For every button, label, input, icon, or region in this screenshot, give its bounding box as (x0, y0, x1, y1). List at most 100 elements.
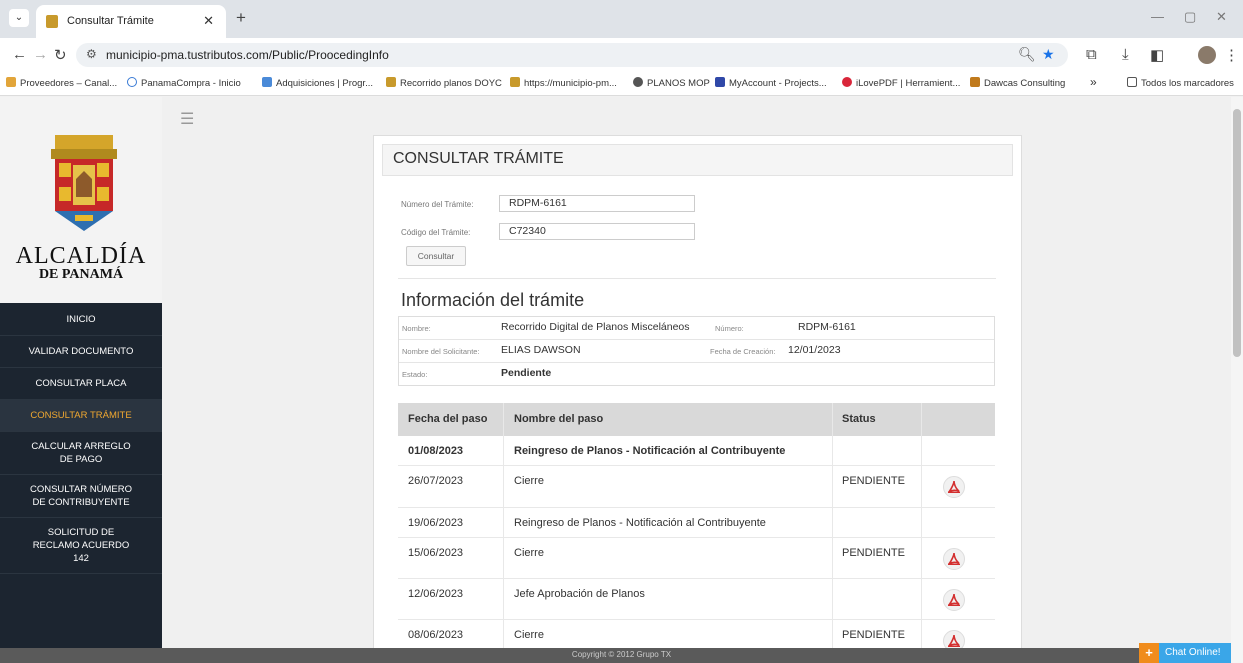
scrollbar-thumb[interactable] (1233, 109, 1241, 357)
info-table: Nombre: Recorrido Digital de Planos Misc… (398, 316, 995, 386)
hamburger-menu-icon[interactable]: ☰ (180, 109, 194, 129)
side-panel-icon[interactable]: ◧ (1150, 46, 1164, 64)
bookmark-item[interactable]: Recorrido planos DOYC (386, 77, 502, 89)
bookmark-item[interactable]: Adquisiciones | Progr... (262, 77, 373, 89)
chat-online-button[interactable]: + Chat Online! (1139, 643, 1234, 663)
solicitante-value: ELIAS DAWSON (501, 344, 581, 356)
sidebar-item-consultar-placa[interactable]: CONSULTAR PLACA (0, 368, 162, 400)
consult-panel: CONSULTAR TRÁMITE Número del Trámite: RD… (373, 135, 1022, 663)
numero-value: RDPM-6161 (798, 321, 856, 333)
bookmark-item[interactable]: https://municipio-pm... (510, 77, 617, 89)
logo-title: ALCALDÍA (15, 243, 147, 269)
consultar-button[interactable]: Consultar (406, 246, 466, 266)
plus-icon: + (1139, 643, 1159, 663)
info-row: Nombre: Recorrido Digital de Planos Misc… (399, 317, 994, 340)
tab-title: Consultar Trámite (67, 15, 154, 27)
page: ALCALDÍA DE PANAMÁ INICIO VALIDAR DOCUME… (0, 97, 1243, 663)
browser-tab-bar: ⌄ Consultar Trámite ✕ + — ▢ ✕ (0, 0, 1243, 38)
back-icon[interactable]: ← (12, 46, 27, 63)
bookmark-favicon-icon (842, 77, 852, 87)
step-date: 19/06/2023 (408, 517, 464, 529)
column-header: Status (842, 413, 876, 425)
bookmark-item[interactable]: PanamaCompra - Inicio (127, 77, 241, 89)
sidebar-menu: INICIO VALIDAR DOCUMENTO CONSULTAR PLACA… (0, 304, 162, 574)
estado-value: Pendiente (501, 367, 552, 379)
pdf-download-icon[interactable] (943, 548, 965, 570)
step-status: PENDIENTE (842, 547, 905, 559)
bookmark-favicon-icon (715, 77, 725, 87)
bookmark-star-icon[interactable]: ★ (1042, 46, 1055, 63)
more-bookmarks-button[interactable]: » (1090, 75, 1097, 89)
sidebar-item-validar-documento[interactable]: VALIDAR DOCUMENTO (0, 336, 162, 368)
close-window-icon[interactable]: ✕ (1216, 9, 1227, 25)
nombre-label: Nombre: (402, 324, 431, 333)
bookmark-favicon-icon (633, 77, 643, 87)
bookmark-favicon-icon (6, 77, 16, 87)
bookmark-item[interactable]: MyAccount - Projects... (715, 77, 827, 89)
bookmarks-bar: Proveedores – Canal... PanamaCompra - In… (0, 72, 1243, 96)
step-name: Jefe Aprobación de Planos (514, 588, 645, 600)
scrollbar[interactable] (1231, 97, 1243, 663)
sidebar-item-inicio[interactable]: INICIO (0, 304, 162, 336)
info-row: Estado: Pendiente (399, 363, 994, 386)
more-menu-icon[interactable]: ⋮ (1224, 46, 1239, 64)
logo-area: ALCALDÍA DE PANAMÁ (0, 97, 162, 303)
panel-title: CONSULTAR TRÁMITE (393, 150, 564, 167)
sidebar-item-consultar-numero-de-contribuyente[interactable]: CONSULTAR NÚMERO DE CONTRIBUYENTE (0, 475, 162, 518)
zoom-icon[interactable]: 🔍︎ (1018, 46, 1036, 63)
step-name: Cierre (514, 547, 544, 559)
bookmark-item[interactable]: Proveedores – Canal... (6, 77, 117, 89)
column-header: Nombre del paso (514, 413, 604, 425)
info-row: Nombre del Solicitante: ELIAS DAWSON Fec… (399, 340, 994, 363)
restore-icon[interactable]: ▢ (1184, 9, 1196, 25)
profile-avatar[interactable] (1198, 46, 1216, 64)
table-row: 15/06/2023 Cierre PENDIENTE (398, 538, 995, 579)
download-icon[interactable]: ⤓ (1122, 46, 1129, 63)
browser-tab[interactable]: Consultar Trámite ✕ (36, 5, 226, 38)
address-bar: ← → ↻ ⚙ municipio-pma.tustributos.com/Pu… (0, 38, 1243, 72)
table-row: 01/08/2023 Reingreso de Planos - Notific… (398, 436, 995, 466)
step-status: PENDIENTE (842, 475, 905, 487)
panel-header: CONSULTAR TRÁMITE (382, 144, 1013, 176)
url-text: municipio-pma.tustributos.com/Public/Pro… (106, 48, 389, 62)
bookmark-favicon-icon (127, 77, 137, 87)
step-date: 15/06/2023 (408, 547, 464, 559)
step-name: Cierre (514, 629, 544, 641)
step-name: Reingreso de Planos - Notificación al Co… (514, 445, 786, 457)
codigo-tramite-input[interactable]: C72340 (499, 223, 695, 240)
site-info-icon[interactable]: ⚙ (86, 47, 97, 61)
sidebar-item-consultar-tramite[interactable]: CONSULTAR TRÁMITE (0, 400, 162, 432)
bookmark-item[interactable]: PLANOS MOP (633, 77, 710, 89)
table-row: 19/06/2023 Reingreso de Planos - Notific… (398, 508, 995, 538)
new-tab-icon[interactable]: + (236, 8, 246, 28)
folder-icon (1127, 77, 1137, 87)
table-row: 12/06/2023 Jefe Aprobación de Planos (398, 579, 995, 620)
close-tab-icon[interactable]: ✕ (203, 13, 214, 29)
extensions-icon[interactable]: ⧉ (1086, 46, 1097, 63)
pdf-download-icon[interactable] (943, 589, 965, 611)
numero-label: Número: (715, 324, 744, 333)
tab-search-button[interactable]: ⌄ (9, 9, 29, 27)
sidebar-item-solicitud-de-reclamo[interactable]: SOLICITUD DE RECLAMO ACUERDO 142 (0, 518, 162, 574)
reload-icon[interactable]: ↻ (54, 46, 67, 64)
forward-icon[interactable]: → (33, 46, 48, 63)
bookmark-favicon-icon (970, 77, 980, 87)
info-title: Información del trámite (401, 290, 585, 310)
bookmark-item[interactable]: iLovePDF | Herramient... (842, 77, 960, 89)
step-name: Cierre (514, 475, 544, 487)
table-row: 26/07/2023 Cierre PENDIENTE (398, 466, 995, 508)
chat-online-label: Chat Online! (1165, 647, 1221, 658)
minimize-icon[interactable]: — (1151, 9, 1164, 24)
step-name: Reingreso de Planos - Notificación al Co… (514, 517, 766, 529)
bookmark-item[interactable]: Dawcas Consulting (970, 77, 1065, 89)
numero-tramite-input[interactable]: RDPM-6161 (499, 195, 695, 212)
step-date: 26/07/2023 (408, 475, 464, 487)
coat-of-arms-icon (51, 135, 117, 231)
sidebar-item-calcular-arreglo-de-pago[interactable]: CALCULAR ARREGLO DE PAGO (0, 432, 162, 475)
all-bookmarks-button[interactable]: Todos los marcadores (1127, 77, 1234, 89)
nombre-value: Recorrido Digital de Planos Misceláneos (501, 321, 690, 333)
url-input[interactable]: ⚙ municipio-pma.tustributos.com/Public/P… (76, 43, 1068, 67)
steps-table-header: Fecha del paso Nombre del paso Status (398, 403, 995, 436)
pdf-download-icon[interactable] (943, 476, 965, 498)
estado-label: Estado: (402, 370, 428, 379)
